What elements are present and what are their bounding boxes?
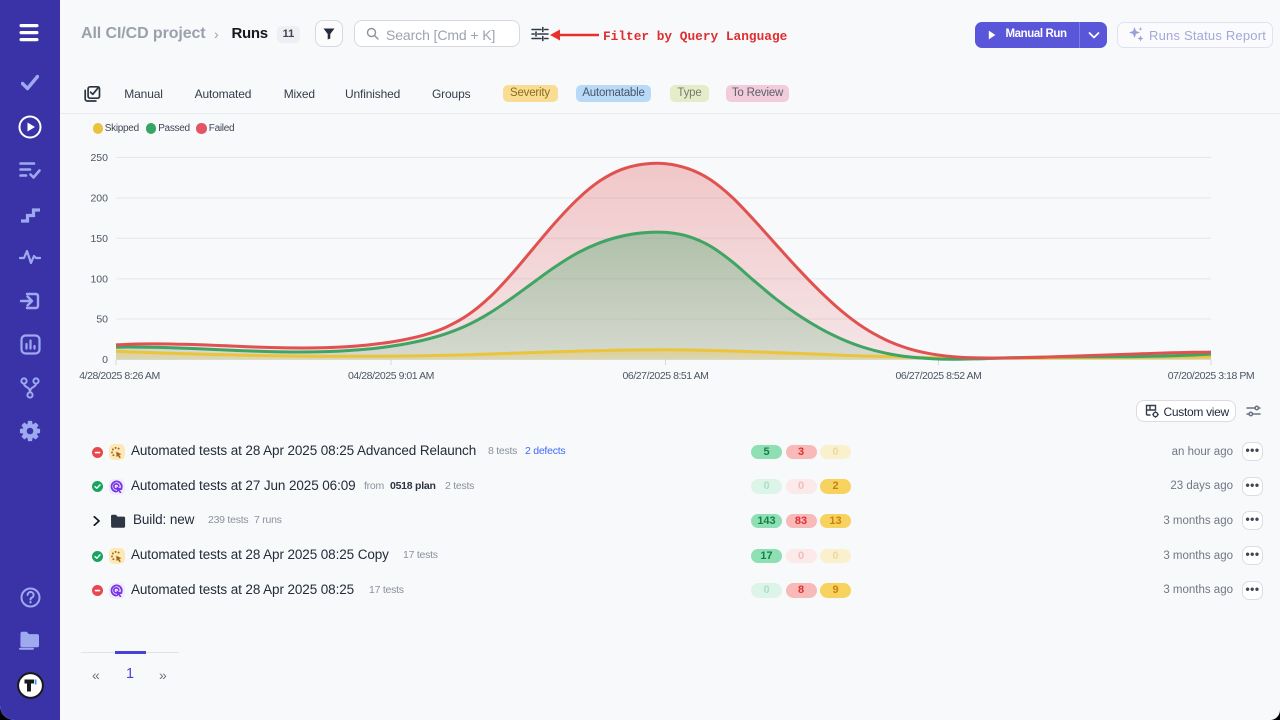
svg-text:50: 50: [96, 314, 108, 326]
svg-text:07/20/2025 3:18 PM: 07/20/2025 3:18 PM: [1168, 370, 1254, 382]
svg-text:200: 200: [90, 193, 108, 205]
svg-text:0: 0: [102, 354, 108, 366]
svg-text:250: 250: [90, 152, 108, 164]
svg-text:4/28/2025 8:26 AM: 4/28/2025 8:26 AM: [79, 370, 160, 382]
svg-text:100: 100: [90, 273, 108, 285]
svg-text:06/27/2025 8:52 AM: 06/27/2025 8:52 AM: [896, 370, 982, 382]
svg-text:04/28/2025 9:01 AM: 04/28/2025 9:01 AM: [348, 370, 434, 382]
svg-text:06/27/2025 8:51 AM: 06/27/2025 8:51 AM: [623, 370, 709, 382]
svg-text:150: 150: [90, 233, 108, 245]
